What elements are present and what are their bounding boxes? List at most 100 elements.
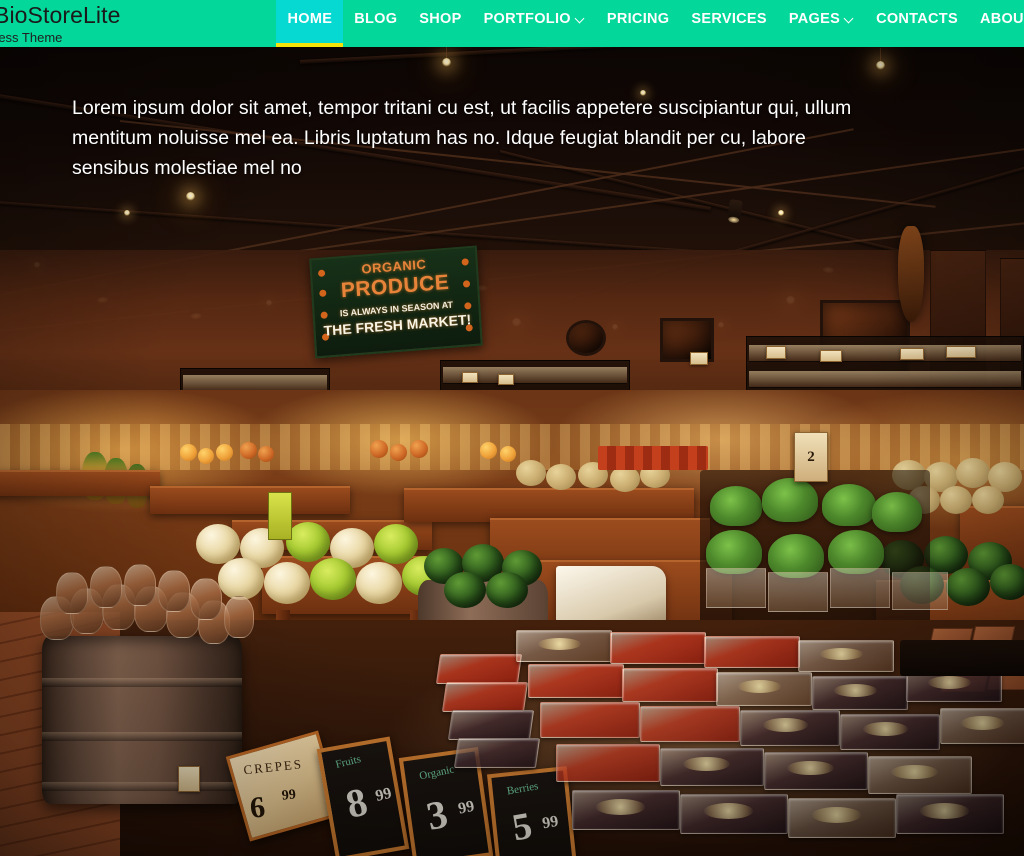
pack-lid: [819, 647, 863, 660]
berry-pack: [840, 714, 940, 750]
herb-plant: [822, 484, 876, 526]
chalkboard-cents: 99: [373, 784, 394, 806]
pack-lid: [833, 684, 877, 697]
pack-lid: [812, 807, 862, 823]
ceiling-bulb: [442, 58, 451, 67]
nav-label-blog: BLOG: [354, 11, 398, 27]
berry-pack: [556, 744, 660, 782]
display-cart-frame: [900, 640, 1024, 676]
pack-lid: [596, 799, 646, 815]
nut-bag: [90, 566, 122, 608]
herb-plant: [710, 486, 762, 526]
barrel-band: [42, 782, 242, 791]
berry-pack: [640, 706, 740, 742]
chalkboard-item: Berries: [505, 780, 540, 798]
produce-price-sign: [268, 492, 292, 540]
nut-bag: [224, 596, 254, 638]
nav-item-blog[interactable]: BLOG: [343, 0, 408, 47]
herb-plant: [872, 492, 922, 532]
nav-label-home: HOME: [287, 11, 333, 27]
green-melon: [286, 522, 330, 562]
site-tagline: ress Theme: [0, 30, 63, 45]
nav-label-shop: SHOP: [419, 11, 462, 27]
chevron-down-icon: [845, 14, 854, 23]
nav-label-portfolio: PORTFOLIO: [483, 11, 571, 27]
nav-label-pricing: PRICING: [606, 11, 670, 27]
apple-fruit: [258, 446, 274, 462]
nav-item-about[interactable]: ABOUT: [969, 0, 1024, 47]
cantaloupe: [956, 458, 990, 488]
berry-pack: [441, 682, 529, 712]
honeydew-melon: [356, 562, 402, 604]
crepes-label: CREPES: [242, 756, 304, 778]
watermelon: [486, 572, 528, 608]
pack-lid: [927, 676, 971, 689]
citrus-fruit: [480, 442, 497, 459]
crepes-cents: 99: [281, 787, 297, 804]
nav-item-pages[interactable]: PAGES: [778, 0, 865, 47]
produce-table: [0, 470, 160, 496]
watermelon: [946, 568, 990, 606]
nav-item-pricing[interactable]: PRICING: [596, 0, 681, 47]
berry-pack: [435, 654, 523, 684]
ceiling-bulb: [124, 210, 130, 216]
berry-pack: [453, 738, 541, 768]
nav-item-home[interactable]: HOME: [276, 0, 344, 47]
watermelon: [990, 564, 1024, 600]
pack-lid: [683, 756, 731, 772]
berry-pack: [660, 748, 764, 786]
berry-pack: [798, 640, 894, 672]
citrus-fruit: [216, 444, 233, 461]
berry-pack: [940, 708, 1024, 744]
produce-table: [150, 486, 350, 514]
berry-pack: [447, 710, 535, 740]
tomato-crate: [598, 446, 708, 470]
berry-pack: [868, 756, 972, 794]
aisle-price-card: [820, 350, 842, 362]
pack-lid: [862, 722, 908, 737]
pack-lid: [704, 803, 754, 819]
herb-sleeve: [830, 568, 890, 608]
berry-pack: [680, 794, 788, 834]
nav-item-services[interactable]: SERVICES: [680, 0, 777, 47]
citrus-fruit: [180, 444, 197, 461]
barrel-band: [42, 678, 242, 687]
herb-sleeve: [768, 572, 828, 612]
chevron-down-icon: [576, 14, 585, 23]
main-navigation[interactable]: HOME BLOG SHOP PORTFOLIO PRICING SERVICE…: [276, 0, 1024, 47]
barrel-band: [42, 732, 242, 741]
bulb-stem: [880, 48, 881, 62]
nav-label-contacts: CONTACTS: [876, 11, 958, 27]
nav-item-shop[interactable]: SHOP: [408, 0, 472, 47]
site-title[interactable]: BioStoreLite: [0, 3, 121, 28]
nav-item-contacts[interactable]: CONTACTS: [865, 0, 969, 47]
nav-item-portfolio[interactable]: PORTFOLIO: [473, 0, 596, 47]
honeydew-melon: [264, 562, 310, 604]
nut-bag: [56, 572, 88, 614]
berry-pack: [540, 702, 640, 738]
berry-pack: [622, 668, 718, 702]
cantaloupe: [972, 486, 1004, 514]
site-branding[interactable]: BioStoreLite ress Theme: [0, 0, 121, 46]
bulb-stem: [446, 45, 447, 59]
cantaloupe: [546, 464, 576, 490]
barrel-tag: [178, 766, 200, 792]
berry-pack: [764, 752, 868, 790]
citrus-fruit: [500, 446, 516, 462]
pack-lid: [961, 716, 1004, 731]
chalkboard-price: 3: [422, 790, 452, 839]
berry-pack: [716, 672, 812, 706]
chalkboard-item: Organic: [418, 763, 456, 783]
apple-fruit: [240, 442, 257, 459]
chalkboard-price: 8: [341, 778, 372, 827]
crepes-price: 6: [248, 790, 267, 825]
nav-label-services: SERVICES: [691, 11, 767, 27]
herb-sleeve: [892, 572, 948, 610]
berry-pack: [896, 794, 1004, 834]
apple-fruit: [370, 440, 388, 458]
pack-lid: [762, 718, 808, 733]
hero-description: Lorem ipsum dolor sit amet, tempor trita…: [72, 97, 852, 179]
wall-artwork: [566, 320, 606, 356]
site-header: BioStoreLite ress Theme HOME BLOG SHOP P…: [0, 0, 1024, 47]
aisle-price-card: [766, 346, 786, 359]
